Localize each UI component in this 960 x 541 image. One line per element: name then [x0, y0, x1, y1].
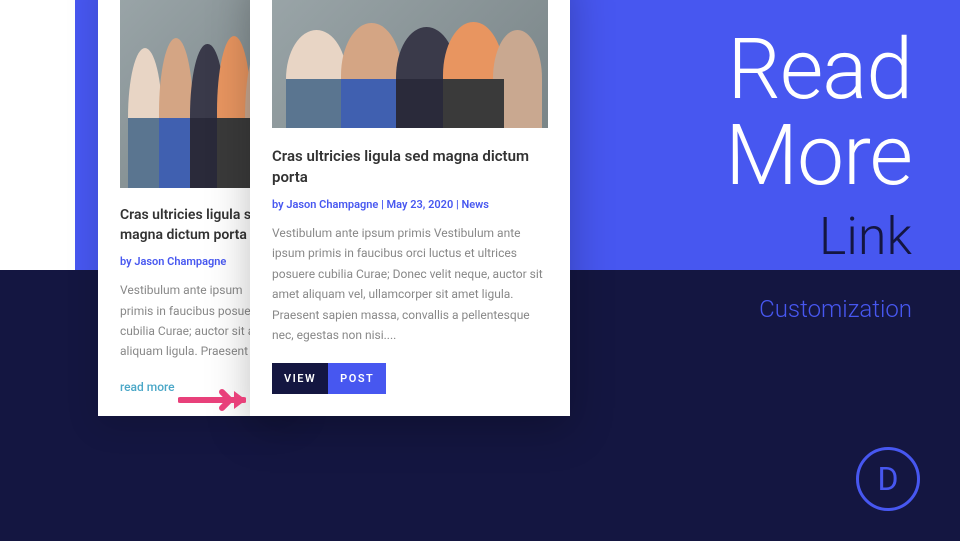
- divi-logo-icon: D: [856, 447, 920, 511]
- headline-link: Link: [725, 206, 912, 267]
- button-label-view: VIEW: [272, 363, 328, 394]
- people-photo-placeholder: [272, 0, 548, 128]
- post-excerpt: Vestibulum ante ipsum primis Vestibulum …: [272, 223, 548, 345]
- button-label-post: POST: [328, 363, 386, 394]
- headline-read: Read: [725, 30, 912, 110]
- post-title[interactable]: Cras ultricies ligula sed magna dictum p…: [272, 146, 548, 188]
- headline-customization: Customization: [725, 295, 912, 323]
- view-post-button[interactable]: VIEW POST: [272, 363, 386, 394]
- headline-more: More: [725, 116, 912, 196]
- background-left-white: [0, 0, 75, 270]
- blog-card-customized: Cras ultricies ligula sed magna dictum p…: [250, 0, 570, 416]
- pointer-arrow-icon: [178, 388, 246, 416]
- post-thumbnail: [272, 0, 548, 128]
- logo-letter: D: [878, 460, 899, 498]
- post-meta[interactable]: by Jason Champagne | May 23, 2020 | News: [272, 198, 548, 211]
- headline-block: Read More Link Customization: [725, 30, 912, 323]
